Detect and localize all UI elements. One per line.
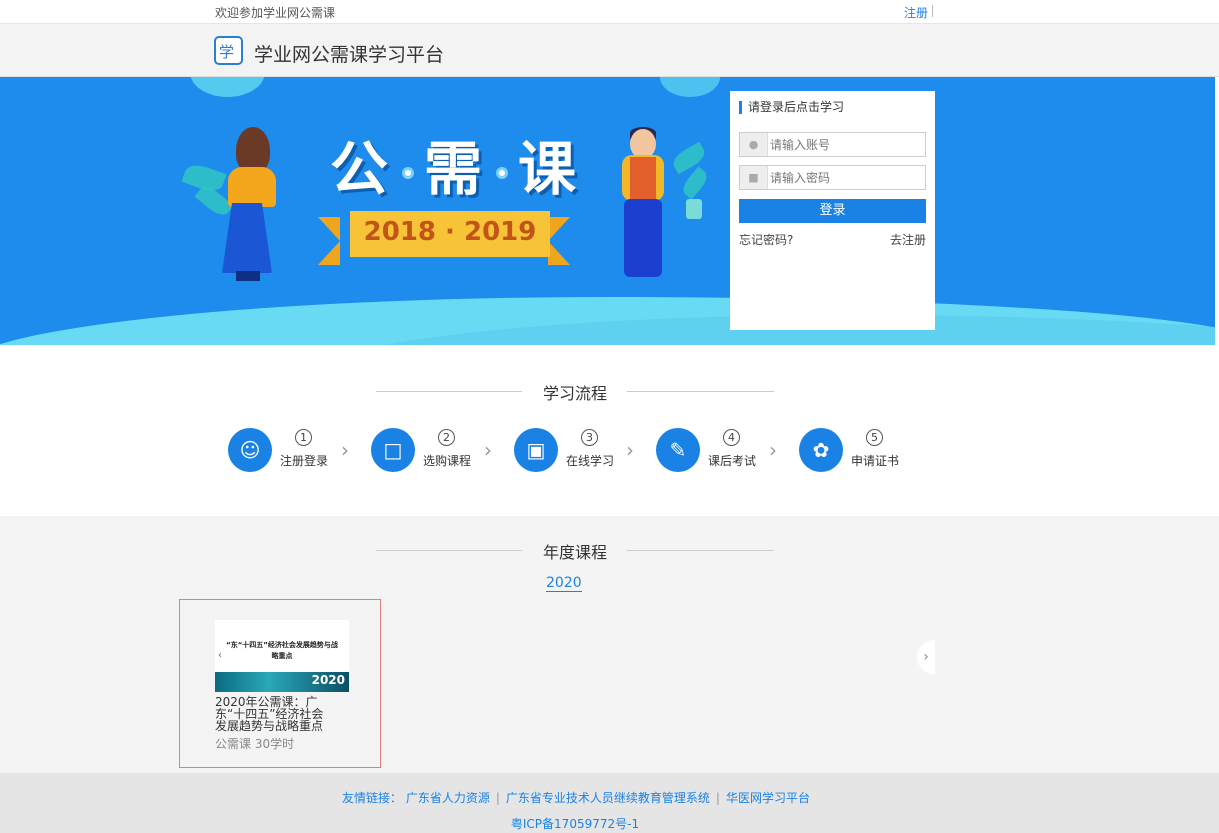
title-char: 公 <box>330 135 393 203</box>
chevron-left-icon[interactable]: ‹ <box>218 650 222 661</box>
process-step-2: □ 2 选购课程 <box>371 428 501 473</box>
icp-number[interactable]: 粤ICP备17059772号-1 <box>0 815 1150 832</box>
plant-pot <box>686 199 702 219</box>
certificate-icon: ✿ <box>799 428 843 472</box>
account-input[interactable] <box>770 136 920 153</box>
woman-figure-body <box>228 167 276 207</box>
thumbnail-year: 2020 <box>311 673 345 687</box>
annual-title: 年度课程 <box>542 543 607 562</box>
step-label: 申请证书 <box>851 454 900 468</box>
process-step-5: ✿ 5 申请证书 <box>799 428 929 473</box>
friend-links: 友情链接： 广东省人力资源 | 广东省专业技术人员继续教育管理系统 | 华医网学习平台 <box>342 789 810 806</box>
step-number: 5 <box>866 429 883 446</box>
title-dot <box>402 166 415 179</box>
course-meta: 公需课 30学时 <box>215 737 295 751</box>
divider-line <box>627 550 774 551</box>
year-ribbon: 2018 · 2019 <box>350 211 550 257</box>
site-header: 学 学业网公需课学习平台 <box>0 24 1219 77</box>
forgot-password-link[interactable]: 忘记密码? <box>739 231 793 248</box>
hero-banner: 公需课 2018 · 2019 <box>0 77 1215 345</box>
chevron-right-icon: › <box>769 438 777 462</box>
chevron-right-icon: › <box>626 438 634 462</box>
exam-icon: ✎ <box>656 428 700 472</box>
logo-glyph: 学 <box>219 43 235 61</box>
course-thumbnail[interactable]: “东“十四五”经济社会发展趋势与战略重点 ‹ 2020 <box>215 620 349 692</box>
woman-figure-skirt <box>222 203 272 273</box>
decor-circle <box>660 77 720 97</box>
top-bar: 欢迎参加学业网公需课 注册 <box>0 0 1219 24</box>
step-number: 2 <box>438 429 455 446</box>
user-icon: ● <box>740 133 768 156</box>
step-number: 3 <box>581 429 598 446</box>
footer-link[interactable]: 华医网学习平台 <box>726 791 810 805</box>
step-label: 课后考试 <box>708 454 757 468</box>
man-figure-legs <box>624 199 662 277</box>
logo-icon[interactable]: 学 <box>214 36 243 65</box>
monitor-icon: ▣ <box>514 428 558 472</box>
site-title[interactable]: 学业网公需课学习平台 <box>254 40 444 67</box>
cart-icon: □ <box>371 428 415 472</box>
login-panel: 请登录后点击学习 ● ■ 登录 忘记密码? 去注册 <box>730 91 935 330</box>
step-number: 4 <box>723 429 740 446</box>
password-field[interactable]: ■ <box>739 165 926 190</box>
process-step-3: ▣ 3 在线学习 <box>514 428 644 473</box>
lock-icon: ■ <box>740 166 768 189</box>
chevron-right-icon: › <box>341 438 349 462</box>
ribbon-years: 2018 · 2019 <box>363 217 537 247</box>
step-label: 注册登录 <box>280 454 329 468</box>
links-label: 友情链接： <box>342 791 403 805</box>
divider: | <box>495 791 500 805</box>
process-title: 学习流程 <box>542 384 607 403</box>
top-register-link[interactable]: 注册 <box>904 4 928 21</box>
year-tab-2020[interactable]: 2020 <box>546 575 582 592</box>
leaf-decor <box>679 166 711 200</box>
chevron-right-icon: › <box>484 438 492 462</box>
divider <box>932 5 933 17</box>
goto-register-link[interactable]: 去注册 <box>890 231 926 248</box>
divider-line <box>627 391 774 392</box>
step-number: 1 <box>295 429 312 446</box>
page: 欢迎参加学业网公需课 注册 学 学业网公需课学习平台 公需课 2018 · 20… <box>0 0 1219 833</box>
site-footer: 友情链接： 广东省人力资源 | 广东省专业技术人员继续教育管理系统 | 华医网学习平台 … <box>0 773 1219 833</box>
process-step-1: ☺ 1 注册登录 <box>228 428 358 473</box>
divider: | <box>715 791 720 805</box>
divider-line <box>376 391 522 392</box>
login-title: 请登录后点击学习 <box>739 101 844 114</box>
thumbnail-title: “东“十四五”经济社会发展趋势与战略重点 <box>226 641 338 660</box>
ribbon-tail-left <box>318 217 340 265</box>
step-label: 在线学习 <box>566 454 615 468</box>
account-field[interactable]: ● <box>739 132 926 157</box>
banner-title: 公需课 <box>330 122 580 206</box>
decor-circle <box>190 77 265 97</box>
divider-line <box>376 550 522 551</box>
course-card[interactable]: “东“十四五”经济社会发展趋势与战略重点 ‹ 2020 2020年公需课：广东“… <box>179 599 381 768</box>
man-figure-vest <box>630 157 656 201</box>
user-icon: ☺ <box>228 428 272 472</box>
password-input[interactable] <box>770 169 920 186</box>
title-char: 需 <box>424 135 487 203</box>
process-step-4: ✎ 4 课后考试 <box>656 428 786 473</box>
welcome-text: 欢迎参加学业网公需课 <box>215 6 336 20</box>
footer-link[interactable]: 广东省人力资源 <box>406 791 490 805</box>
ribbon-tail-right <box>548 217 570 265</box>
title-dot <box>496 166 509 179</box>
title-char: 课 <box>518 135 581 203</box>
footer-link[interactable]: 广东省专业技术人员继续教育管理系统 <box>506 791 710 805</box>
woman-figure-legs <box>236 271 260 281</box>
login-button[interactable]: 登录 <box>739 199 926 223</box>
course-title[interactable]: 2020年公需课：广东“十四五”经济社会发展趋势与战略重点 <box>215 696 335 732</box>
step-label: 选购课程 <box>423 454 472 468</box>
